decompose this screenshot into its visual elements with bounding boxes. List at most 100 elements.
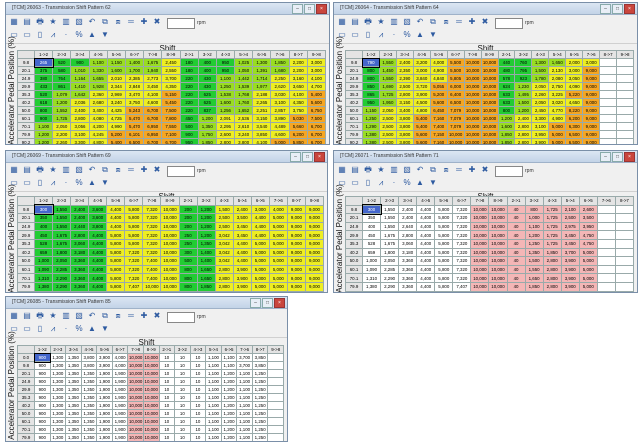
table-cell[interactable]: 40: [506, 247, 526, 258]
table-cell[interactable]: 300: [178, 247, 198, 258]
column-header[interactable]: 4->3: [214, 196, 234, 206]
table-cell[interactable]: [267, 385, 284, 394]
table-cell[interactable]: 3,360: [70, 264, 90, 275]
table-cell[interactable]: 1,675: [143, 58, 163, 67]
table-cell[interactable]: 1,550: [52, 204, 72, 215]
table-cell[interactable]: 1,850: [196, 281, 216, 292]
table-cell[interactable]: [599, 122, 618, 131]
table-cell[interactable]: 900: [34, 361, 51, 370]
table-cell[interactable]: 7,320: [142, 238, 162, 249]
table-cell[interactable]: 3,800: [395, 114, 414, 123]
table-cell[interactable]: 1,200: [220, 369, 238, 378]
table-cell[interactable]: 520: [52, 58, 72, 67]
table-cell[interactable]: 1,350: [80, 425, 98, 434]
table-cell[interactable]: 900: [179, 130, 199, 139]
table-cell[interactable]: 7,320: [452, 230, 472, 240]
table-cell[interactable]: 3,360: [398, 273, 418, 283]
table-cell[interactable]: 950: [362, 98, 380, 107]
table-cell[interactable]: 5,800: [124, 204, 144, 215]
table-cell[interactable]: 5,800: [434, 221, 454, 232]
table-cell[interactable]: [599, 130, 618, 139]
decimals-icon[interactable]: ·: [61, 178, 71, 188]
table-cell[interactable]: [616, 74, 634, 83]
table-cell[interactable]: 10: [174, 361, 191, 370]
table-cell[interactable]: 3,240: [234, 130, 254, 139]
table-cell[interactable]: 10: [189, 361, 207, 370]
column-header[interactable]: 1->2: [362, 50, 380, 59]
table-cell[interactable]: 1,200: [220, 393, 238, 402]
table-cell[interactable]: 3,700: [161, 74, 181, 83]
table-cell[interactable]: 10,000: [488, 290, 508, 292]
table-cell[interactable]: 4,990: [106, 122, 126, 131]
table-cell[interactable]: 2,290: [52, 273, 72, 283]
table-cell[interactable]: 1,100: [205, 425, 222, 434]
column-header[interactable]: 5->4: [205, 345, 222, 354]
table-cell[interactable]: 3,900: [560, 290, 580, 292]
table-cell[interactable]: 3,800: [395, 130, 414, 139]
table-cell[interactable]: 1,675: [380, 230, 400, 240]
table-cell[interactable]: 7,500: [161, 106, 181, 115]
stack-icon[interactable]: ▧: [74, 311, 84, 321]
table-cell[interactable]: 2,050: [378, 106, 397, 115]
table-cell[interactable]: 6,750: [306, 106, 327, 115]
table-cell[interactable]: 5,800: [434, 273, 454, 283]
table-cell[interactable]: 900: [34, 401, 51, 410]
window-title[interactable]: [TCM] 26069 - Transmission Shift Pattern…: [6, 151, 327, 163]
column-header[interactable]: 5->4: [548, 50, 567, 59]
row-header[interactable]: 29.9: [17, 230, 35, 240]
table-cell[interactable]: 9,000: [582, 122, 601, 131]
row-header[interactable]: 70.1: [345, 122, 363, 131]
table-cell[interactable]: 5,000: [268, 256, 288, 266]
table-cell[interactable]: [596, 281, 616, 292]
column-header[interactable]: 7->8: [143, 50, 163, 59]
table-cell[interactable]: 40: [506, 213, 526, 223]
table-cell[interactable]: 10,000: [480, 58, 499, 67]
table-cell[interactable]: 790: [361, 57, 381, 68]
table-cell[interactable]: 6,700: [161, 138, 181, 144]
row-header[interactable]: 90.2: [345, 290, 363, 292]
table-cell[interactable]: 900: [34, 377, 51, 386]
column-header[interactable]: 8->9: [161, 50, 181, 59]
column-header[interactable]: 9->8: [267, 345, 284, 354]
table-cell[interactable]: 900: [34, 433, 51, 441]
table-cell[interactable]: 1,250: [252, 442, 268, 443]
table-cell[interactable]: 5,000: [268, 238, 288, 249]
table-cell[interactable]: 5,600: [306, 98, 327, 107]
table-cell[interactable]: 3,850: [251, 353, 269, 362]
row-header[interactable]: 9.8: [345, 204, 363, 215]
window-title[interactable]: [TCM] 26071 - Transmission Shift Pattern…: [334, 151, 637, 163]
table-cell[interactable]: 2,500: [560, 213, 580, 223]
table-cell[interactable]: 1,250: [251, 401, 269, 410]
table-cell[interactable]: 1,550: [524, 264, 544, 275]
table-cell[interactable]: [267, 393, 284, 402]
table-cell[interactable]: 1,100: [88, 58, 108, 67]
table-cell[interactable]: 1,714: [252, 74, 272, 83]
table-cell[interactable]: 3,600: [88, 204, 108, 215]
table-cell[interactable]: 1,391: [252, 66, 272, 75]
table-cell[interactable]: 1,090: [361, 264, 382, 275]
table-cell[interactable]: 2,200: [52, 130, 72, 139]
table-cell[interactable]: 440: [497, 58, 516, 67]
print-icon[interactable]: 🖶: [35, 311, 45, 321]
column-header[interactable]: 3->4: [398, 196, 418, 206]
table-cell[interactable]: 10,000: [142, 369, 160, 378]
close-button[interactable]: ×: [624, 152, 635, 162]
table-cell[interactable]: 2,848: [124, 82, 145, 91]
table-cell[interactable]: 1,380: [33, 290, 54, 292]
window-shift-pattern-64[interactable]: [TCM] 26064 - Transmission Shift Pattern…: [333, 2, 638, 145]
close-button[interactable]: ×: [314, 152, 325, 162]
table-cell[interactable]: 1,400: [196, 256, 216, 266]
table-cell[interactable]: 10,000: [488, 230, 508, 240]
table-cell[interactable]: 5,800: [106, 238, 126, 249]
plus-icon[interactable]: ✚: [467, 165, 477, 175]
table-cell[interactable]: 1,900: [96, 417, 113, 426]
table-cell[interactable]: 1,250: [362, 114, 380, 123]
table-cell[interactable]: 2,440: [70, 221, 90, 232]
table-cell[interactable]: 2,640: [398, 221, 418, 232]
table-cell[interactable]: 5,800: [124, 221, 144, 232]
table-cell[interactable]: 1,290: [362, 122, 380, 131]
column-header[interactable]: 3->2: [197, 50, 217, 59]
table-cell[interactable]: 1,675: [380, 238, 400, 249]
table-cell[interactable]: 480: [497, 66, 516, 75]
table-cell[interactable]: 1,300: [49, 385, 67, 394]
